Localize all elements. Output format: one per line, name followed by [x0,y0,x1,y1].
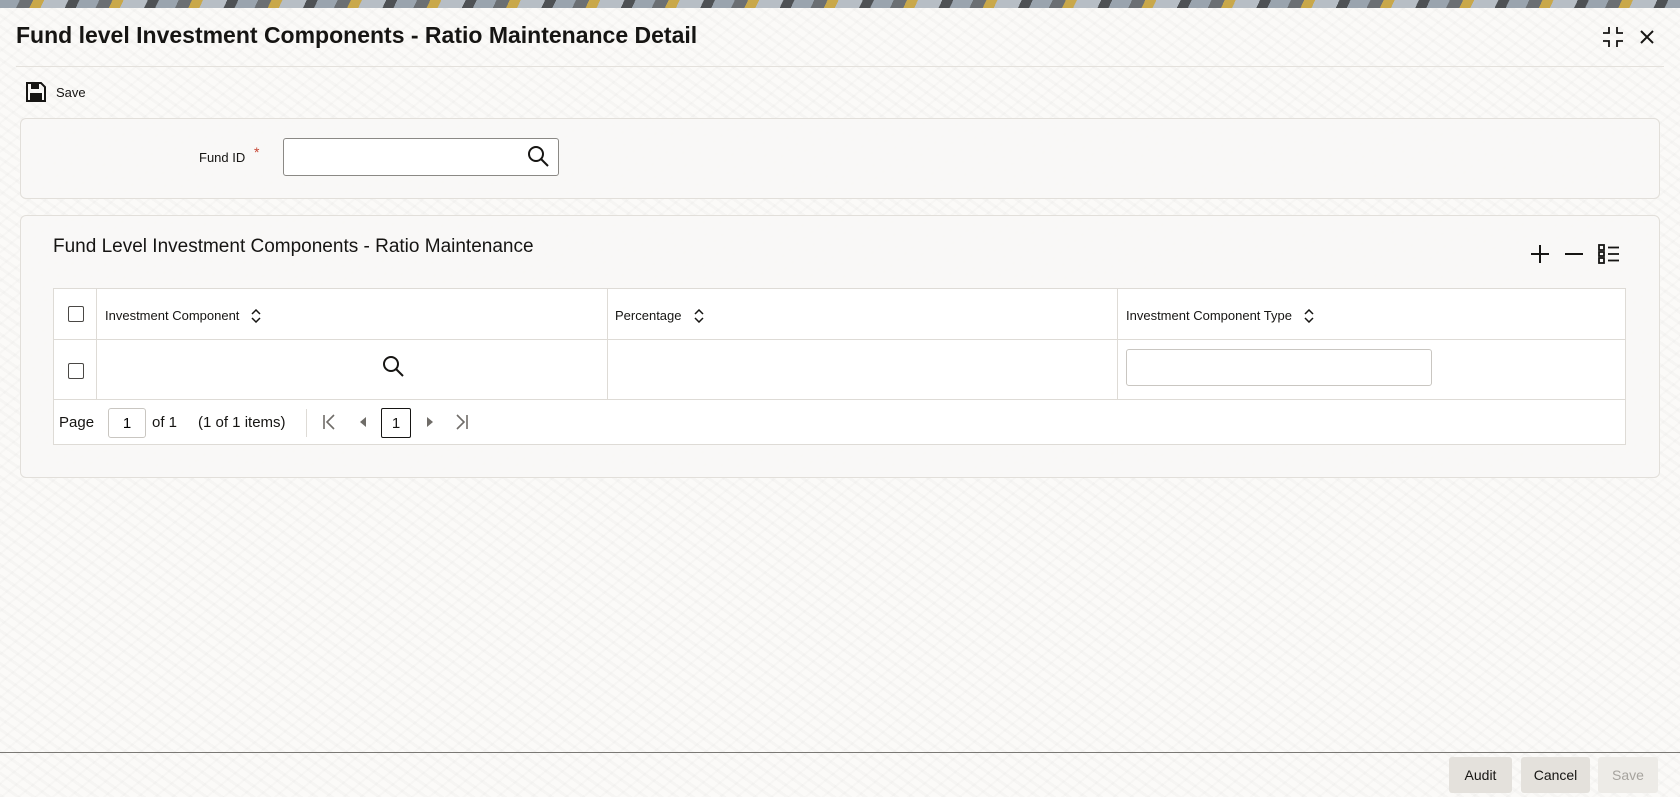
caret-left-icon [360,417,366,427]
close-icon [1640,30,1654,44]
audit-button[interactable]: Audit [1449,757,1512,793]
fund-id-search-button[interactable] [526,144,550,168]
save-icon [26,82,46,102]
investment-components-table: Investment Component Percentage Investme… [53,288,1626,445]
column-header-label: Percentage [615,308,682,323]
sort-icon [1304,308,1314,323]
search-icon [528,146,549,167]
investment-component-search-button[interactable] [381,354,405,378]
next-page-button[interactable] [420,412,440,432]
select-all-checkbox[interactable] [68,306,84,322]
footer-divider [0,752,1680,753]
fund-id-input[interactable] [283,138,559,176]
page-label: Page [59,414,95,431]
column-header-label: Investment Component Type [1126,308,1292,323]
first-page-icon [323,414,335,430]
list-columns-icon [1598,244,1619,264]
investment-component-type-input[interactable] [1126,349,1432,386]
sort-icon [693,308,704,323]
delete-row-button[interactable] [1562,242,1586,266]
column-header-investment-component-type[interactable]: Investment Component Type [1126,308,1314,323]
table-header-row: Investment Component Percentage Investme… [54,289,1625,340]
title-divider [16,66,1664,67]
required-marker: * [254,144,260,160]
plus-icon [1531,245,1549,263]
footer-save-button[interactable]: Save [1598,757,1658,793]
pagination-bar: Page of 1 (1 of 1 items) 1 [54,400,1625,445]
first-page-button[interactable] [319,412,339,432]
column-header-label: Investment Component [105,308,240,323]
page-number-input[interactable] [108,408,146,438]
column-header-investment-component[interactable]: Investment Component [105,308,261,323]
page-title: Fund level Investment Components - Ratio… [16,22,698,48]
toolbar-save-button[interactable]: Save [26,82,86,102]
section-title: Fund Level Investment Components - Ratio… [53,236,534,257]
columns-button[interactable] [1597,242,1621,266]
search-icon [383,356,404,377]
header-banner [0,0,1680,8]
last-page-icon [456,414,468,430]
close-button[interactable] [1634,24,1660,50]
caret-right-icon [427,417,433,427]
row-checkbox[interactable] [68,363,84,379]
page-button-1[interactable]: 1 [381,408,411,438]
collapse-icon [1603,27,1623,47]
minimize-button[interactable] [1600,24,1626,50]
pager-divider [306,409,307,437]
minus-icon [1565,253,1583,255]
sort-icon [251,308,261,323]
fund-id-label: Fund ID [199,150,246,165]
last-page-button[interactable] [452,412,472,432]
previous-page-button[interactable] [353,412,373,432]
fund-id-panel [20,118,1660,199]
add-row-button[interactable] [1528,242,1552,266]
cancel-button[interactable]: Cancel [1521,757,1590,793]
toolbar-save-label: Save [56,84,86,100]
column-header-percentage[interactable]: Percentage [615,308,704,323]
table-row [54,340,1625,400]
page-count-label: of 1 [152,414,178,431]
items-count-label: (1 of 1 items) [198,414,286,431]
